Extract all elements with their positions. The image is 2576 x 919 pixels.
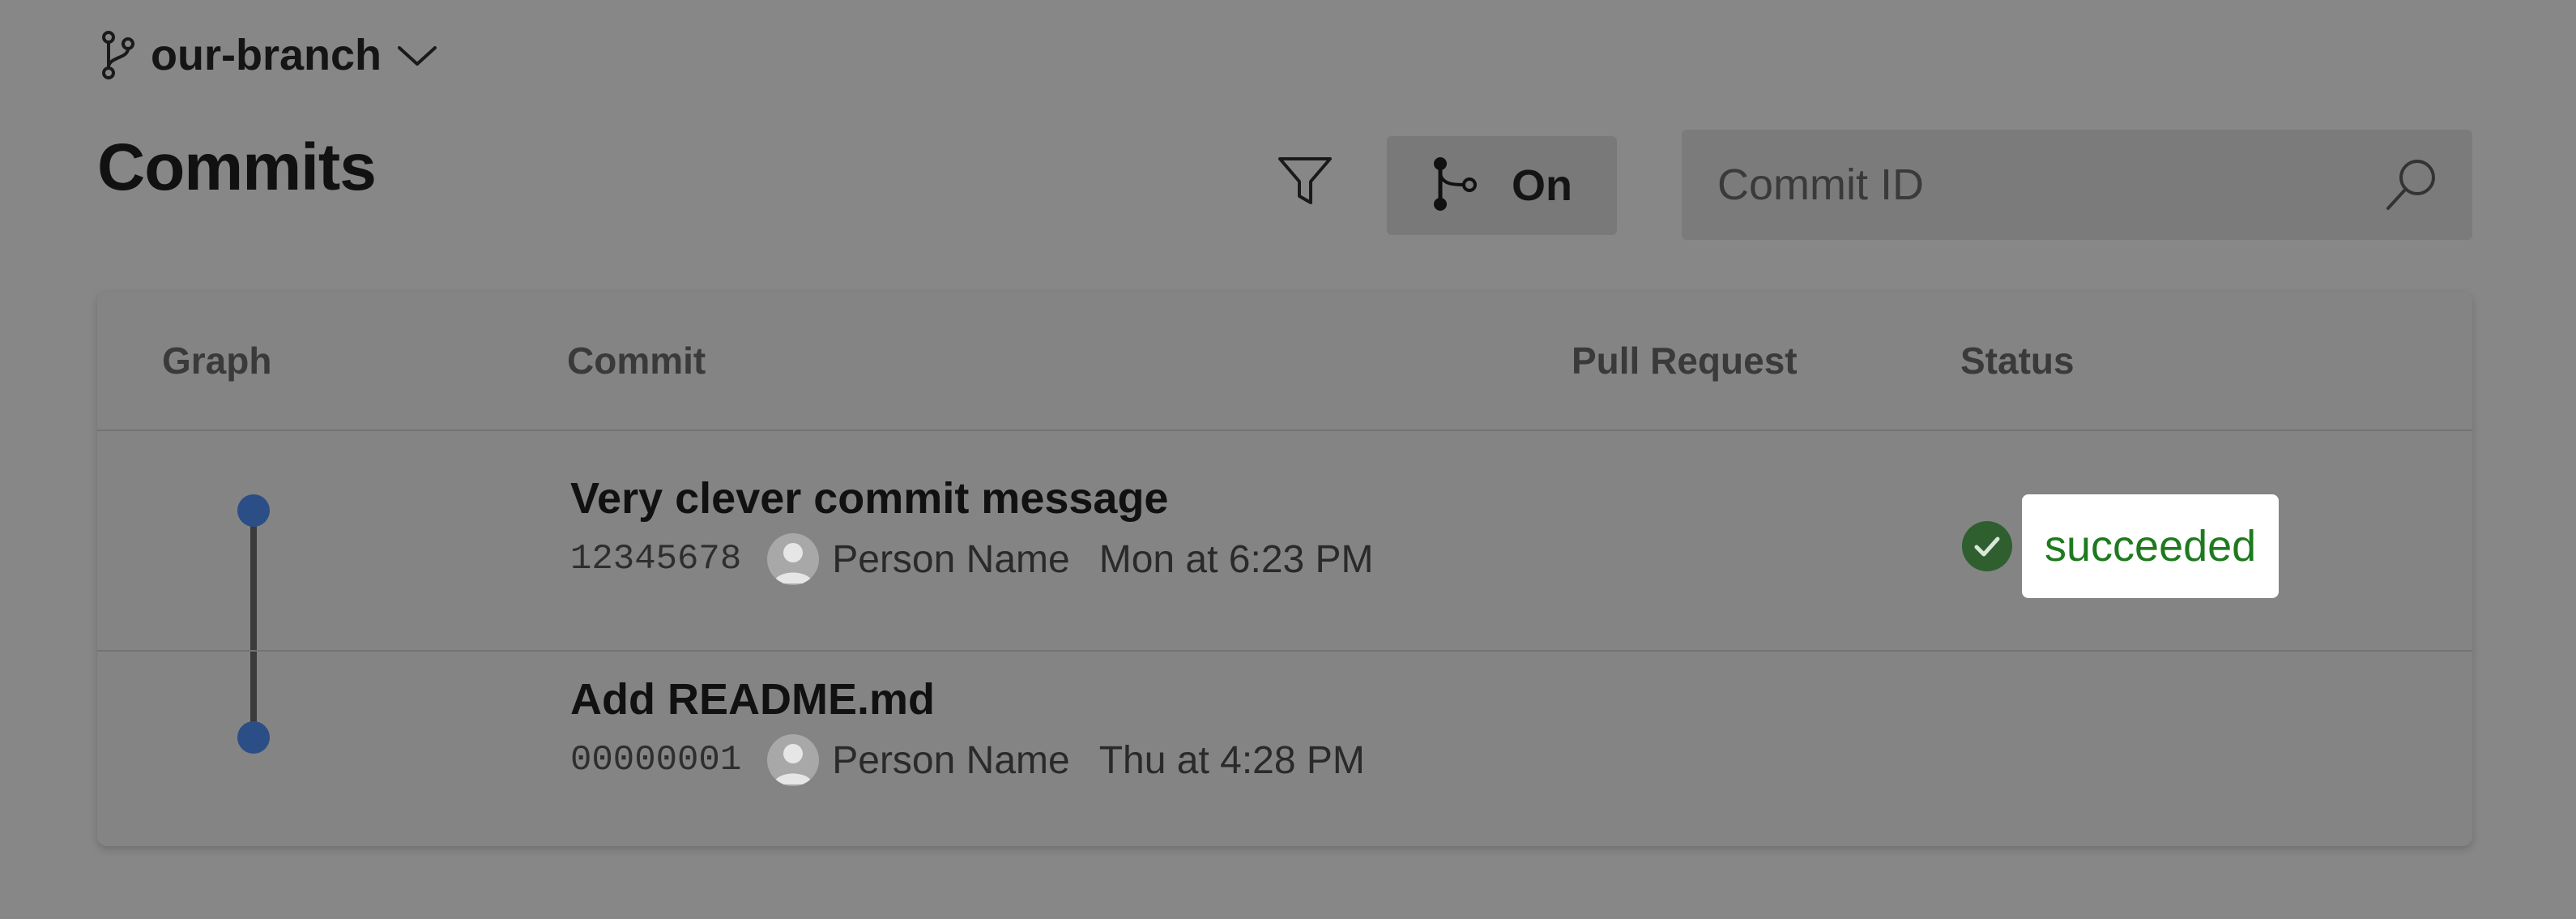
- author-name: Person Name: [832, 738, 1070, 782]
- status-badge[interactable]: succeeded: [2022, 494, 2280, 598]
- check-circle-icon: [1960, 519, 2014, 573]
- filter-icon: [1277, 156, 1333, 212]
- commit-meta: 12345678 Person Name Mon at 6:23 PM: [570, 533, 1374, 585]
- table-header: Graph Commit Pull Request Status: [97, 292, 2472, 431]
- commit-date: Mon at 6:23 PM: [1098, 537, 1374, 581]
- column-header-status: Status: [1960, 340, 2075, 382]
- commit-message[interactable]: Add README.md: [570, 674, 935, 725]
- branch-selector[interactable]: our-branch: [100, 24, 438, 86]
- table-row[interactable]: Add README.md 00000001 Person Name Thu a…: [97, 652, 2472, 846]
- git-branch-icon: [100, 31, 136, 79]
- graph-toggle-label: On: [1512, 161, 1572, 210]
- commits-table: Graph Commit Pull Request Status Very cl…: [97, 292, 2472, 846]
- commit-search-box[interactable]: [1682, 130, 2472, 240]
- column-header-commit: Commit: [567, 340, 706, 382]
- branch-name: our-branch: [151, 31, 382, 79]
- commit-id[interactable]: 12345678: [570, 539, 741, 579]
- filter-button[interactable]: [1267, 151, 1343, 216]
- commit-id[interactable]: 00000001: [570, 740, 741, 780]
- table-row[interactable]: Very clever commit message 12345678 Pers…: [97, 431, 2472, 652]
- column-header-pull-request: Pull Request: [1572, 340, 1798, 382]
- commit-meta: 00000001 Person Name Thu at 4:28 PM: [570, 734, 1365, 786]
- commit-id-search-input[interactable]: [1717, 130, 2383, 240]
- avatar: [767, 533, 820, 585]
- search-icon[interactable]: [2383, 156, 2440, 213]
- page-title: Commits: [97, 130, 377, 204]
- commit-message[interactable]: Very clever commit message: [570, 473, 1168, 524]
- status-cell: succeeded: [1960, 494, 2280, 598]
- column-header-graph: Graph: [162, 340, 272, 382]
- avatar: [767, 734, 820, 786]
- git-graph-icon: [1431, 156, 1479, 215]
- chevron-down-icon[interactable]: [396, 43, 438, 67]
- commit-date: Thu at 4:28 PM: [1098, 738, 1365, 782]
- author-name: Person Name: [832, 537, 1070, 581]
- graph-toggle-button[interactable]: On: [1387, 136, 1617, 235]
